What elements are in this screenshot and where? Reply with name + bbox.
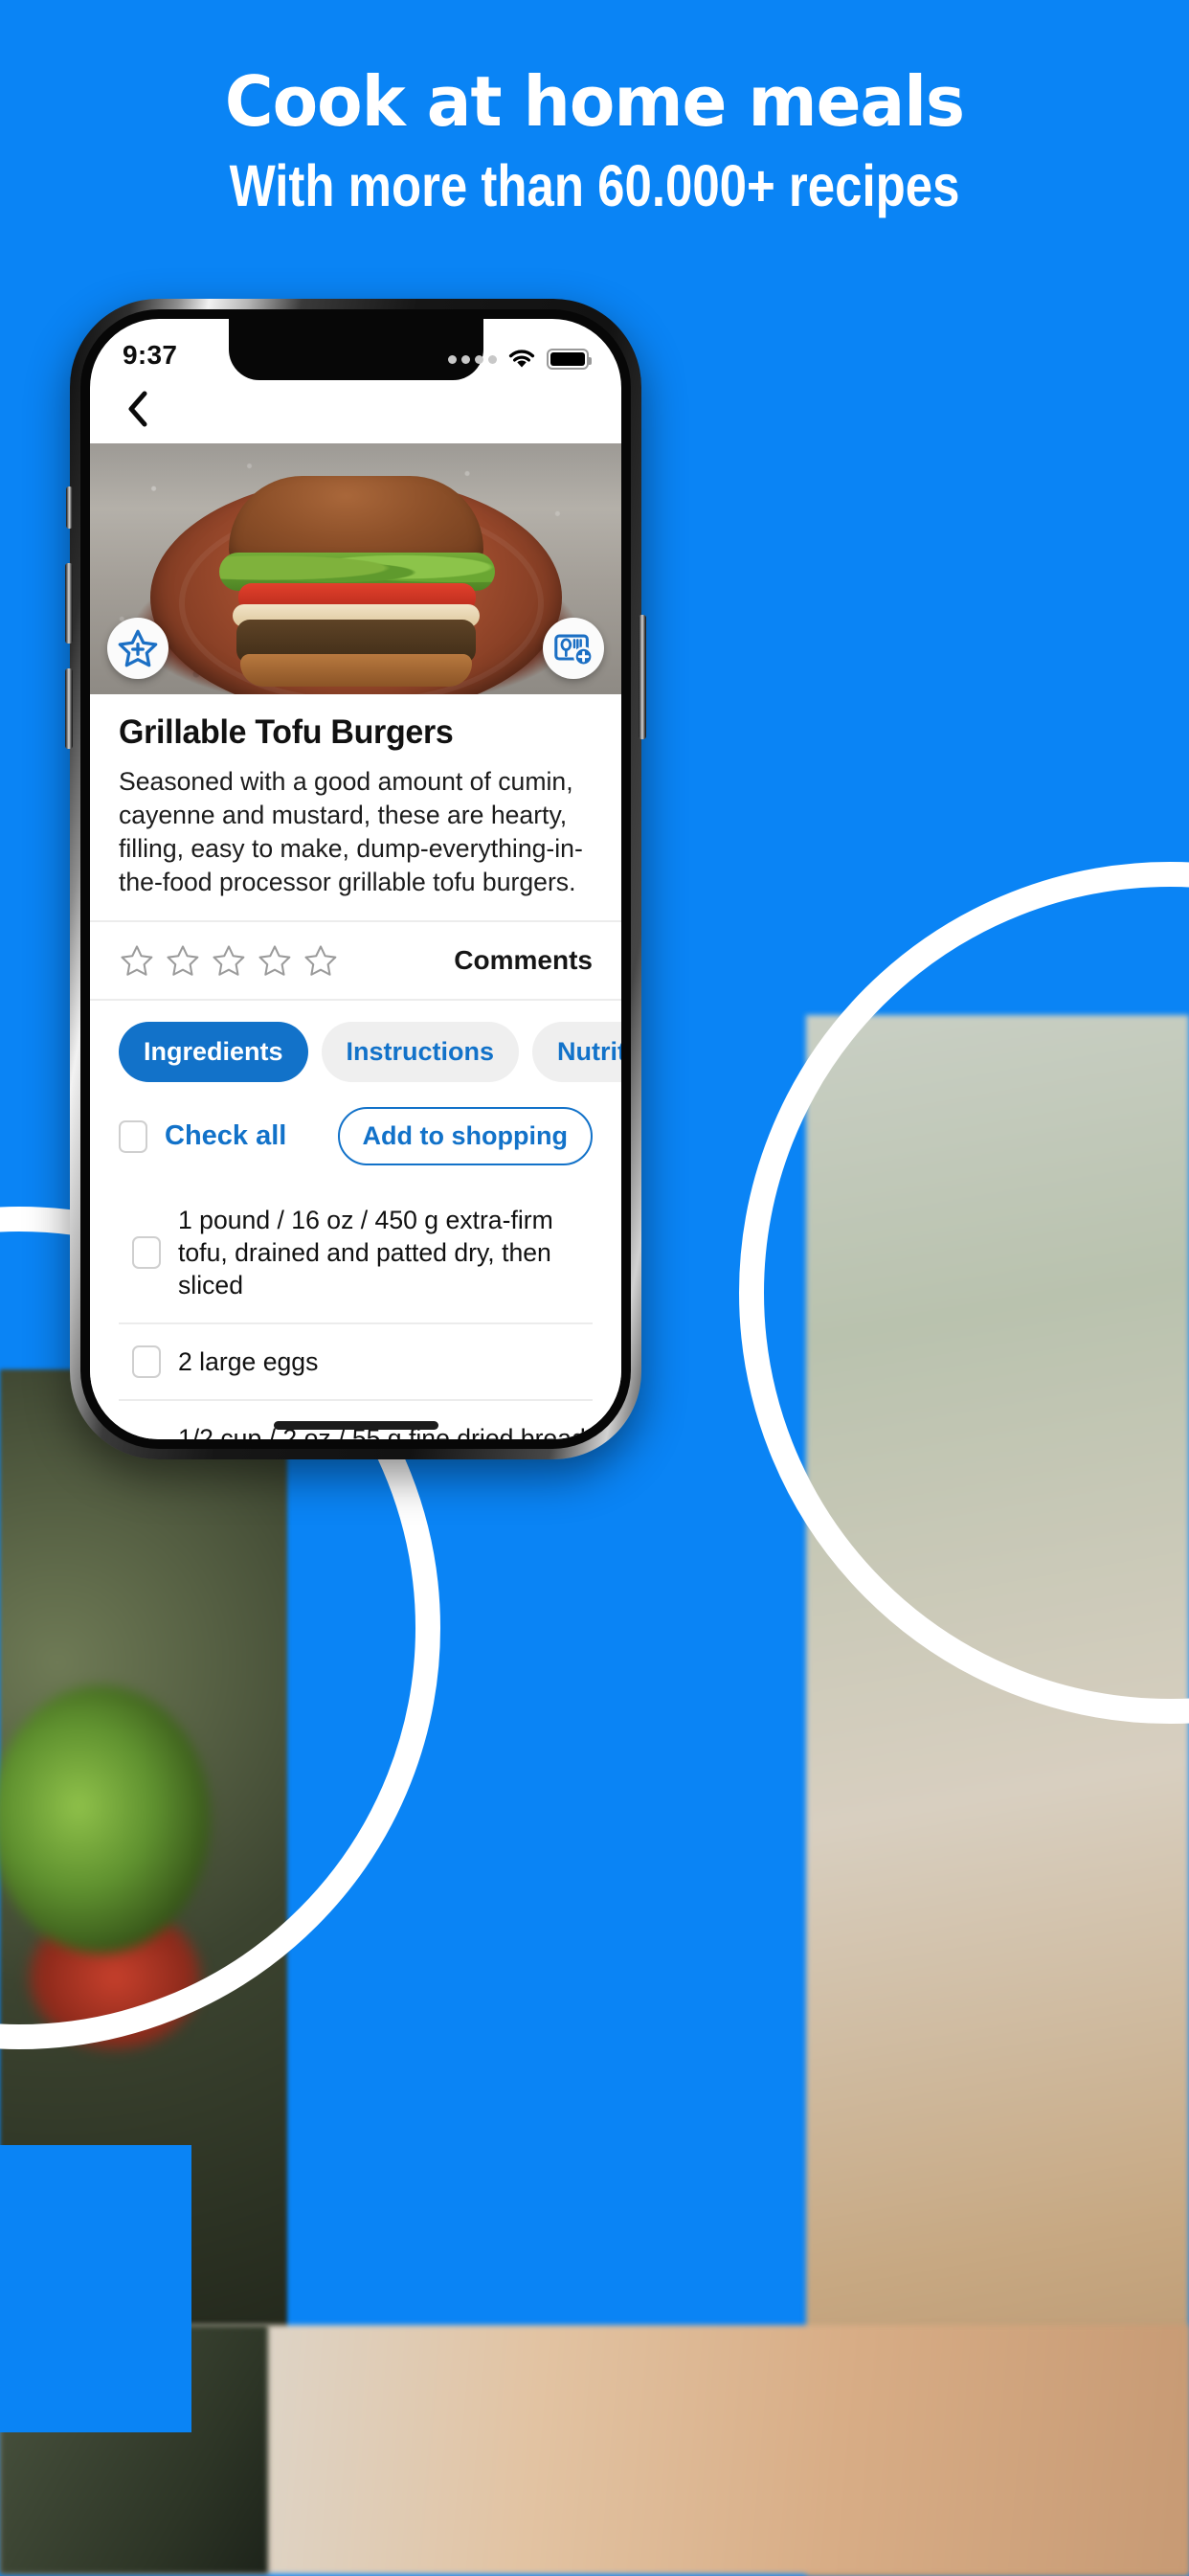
recipe-hero-image [90, 443, 621, 694]
star-outline-icon[interactable] [257, 942, 293, 979]
promo-headline-group: Cook at home meals With more than 60.000… [0, 61, 1189, 220]
ingredient-checkbox[interactable] [132, 1345, 161, 1379]
ingredients-list: 1 pound / 16 oz / 450 g extra-firm tofu,… [90, 1183, 621, 1439]
ingredient-label: 2 large eggs [178, 1347, 319, 1377]
meal-plan-plus-icon [554, 634, 594, 667]
tab-ingredients[interactable]: Ingredients [119, 1022, 308, 1083]
star-outline-icon[interactable] [165, 942, 201, 979]
list-item[interactable]: 2 large eggs [119, 1324, 593, 1402]
phone-screen: 9:37 Grillable Tofu Burgers Seasoned wit… [90, 319, 621, 1439]
check-all-label: Check all [165, 1120, 287, 1152]
signal-dots-icon [448, 354, 497, 364]
check-all-checkbox[interactable] [119, 1119, 147, 1153]
home-indicator[interactable] [273, 1421, 438, 1430]
tab-nutritions[interactable]: Nutritions [532, 1022, 621, 1083]
star-outline-icon[interactable] [303, 942, 339, 979]
star-outline-icon[interactable] [211, 942, 247, 979]
add-to-favorites-button[interactable] [107, 618, 168, 679]
rating-stars[interactable] [119, 942, 339, 979]
decorative-blue-block [0, 2145, 191, 2432]
add-to-shopping-button[interactable]: Add to shopping [337, 1107, 593, 1166]
back-button[interactable] [119, 390, 157, 428]
phone-notch [228, 319, 483, 380]
recipe-title: Grillable Tofu Burgers [119, 713, 454, 751]
status-bar-time: 9:37 [123, 340, 178, 370]
phone-power-button [639, 615, 646, 739]
phone-mute-switch [66, 486, 73, 529]
status-bar: 9:37 [90, 319, 621, 380]
list-item[interactable]: 1 pound / 16 oz / 450 g extra-firm tofu,… [119, 1183, 593, 1325]
ingredients-toolbar: Check all Add to shopping [90, 1097, 621, 1183]
promo-subtitle: With more than 60.000+ recipes [229, 153, 960, 220]
burger-graphic [217, 476, 495, 687]
check-all-control[interactable]: Check all [119, 1119, 287, 1153]
tab-instructions[interactable]: Instructions [321, 1022, 520, 1083]
comments-link[interactable]: Comments [454, 945, 593, 976]
phone-mockup: 9:37 Grillable Tofu Burgers Seasoned wit… [65, 299, 646, 1459]
phone-volume-down-button [65, 668, 73, 749]
chevron-left-icon [128, 391, 147, 427]
promo-title: Cook at home meals [224, 61, 965, 142]
battery-full-icon [547, 349, 592, 370]
wifi-icon [508, 350, 535, 368]
star-plus-icon [118, 629, 158, 667]
ingredient-label: 1 pound / 16 oz / 450 g extra-firm tofu,… [178, 1206, 553, 1300]
ingredient-checkbox[interactable] [132, 1236, 161, 1270]
bun-bottom [239, 654, 472, 687]
recipe-header: Grillable Tofu Burgers Seasoned with a g… [90, 694, 621, 920]
add-to-meal-plan-button[interactable] [543, 618, 604, 679]
recipe-detail-body: Grillable Tofu Burgers Seasoned with a g… [90, 694, 621, 1439]
navigation-bar [90, 374, 621, 443]
status-bar-indicators [448, 348, 592, 371]
star-outline-icon[interactable] [119, 942, 155, 979]
recipe-tabs: Ingredients Instructions Nutritions [90, 1001, 621, 1097]
phone-volume-up-button [65, 563, 73, 644]
recipe-description: Seasoned with a good amount of cumin, ca… [119, 767, 583, 897]
rating-row: Comments [90, 922, 621, 999]
